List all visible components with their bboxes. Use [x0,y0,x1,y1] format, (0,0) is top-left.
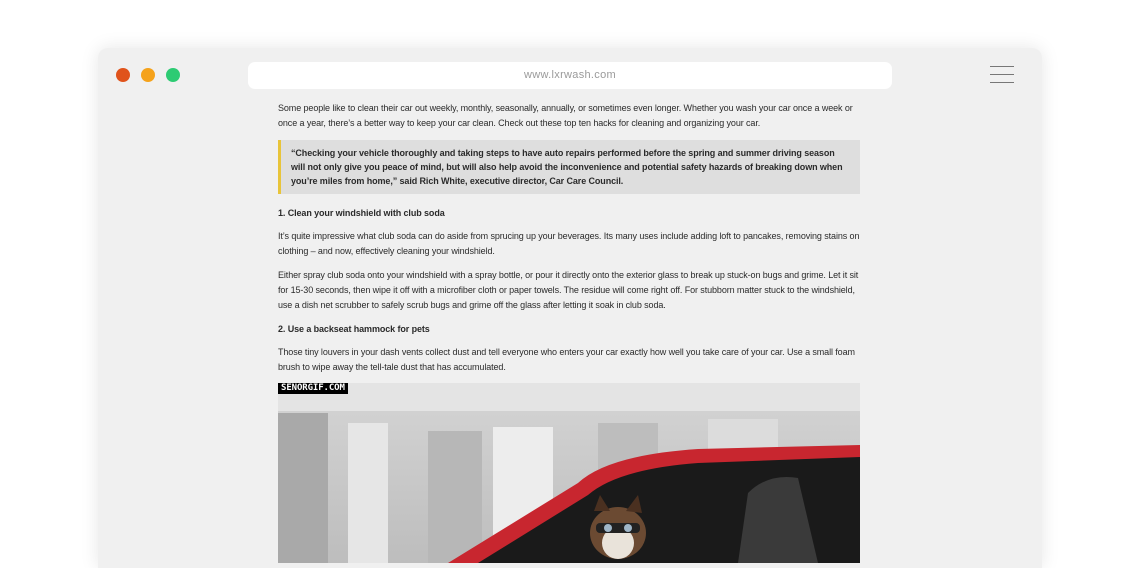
menu-line [990,66,1014,67]
image-watermark: SENORGIF.COM [278,383,348,394]
article-content: Some people like to clean their car out … [278,101,860,563]
pillar [428,431,482,563]
article-quote: “Checking your vehicle thoroughly and ta… [278,140,860,194]
section-paragraph: Those tiny louvers in your dash vents co… [278,347,855,372]
address-bar[interactable]: www.lxrwash.com [248,62,892,89]
maximize-window-button[interactable] [166,68,180,82]
sky [278,383,860,411]
article-section-1: 1. Clean your windshield with club soda … [278,206,860,313]
close-window-button[interactable] [116,68,130,82]
goggle-lens [604,524,612,532]
minimize-window-button[interactable] [141,68,155,82]
section-heading: 1. Clean your windshield with club soda [278,208,445,218]
pillar [348,423,388,563]
hamburger-menu-icon[interactable] [990,65,1014,85]
article-section-2: 2. Use a backseat hammock for pets Those… [278,322,860,375]
dog-in-car-image: SENORGIF.COM [278,383,860,563]
browser-titlebar: www.lxrwash.com [98,48,1042,98]
section-paragraph: Either spray club soda onto your windshi… [278,270,859,310]
dog-goggles [596,523,640,533]
dog-in-car-illustration [278,383,860,563]
section-heading: 2. Use a backseat hammock for pets [278,324,430,334]
article-intro: Some people like to clean their car out … [278,103,853,128]
menu-line [990,74,1014,75]
menu-line [990,82,1014,83]
pillar [278,413,328,563]
goggle-lens [624,524,632,532]
section-paragraph: It’s quite impressive what club soda can… [278,231,860,256]
browser-window: www.lxrwash.com Some people like to clea… [98,48,1042,568]
